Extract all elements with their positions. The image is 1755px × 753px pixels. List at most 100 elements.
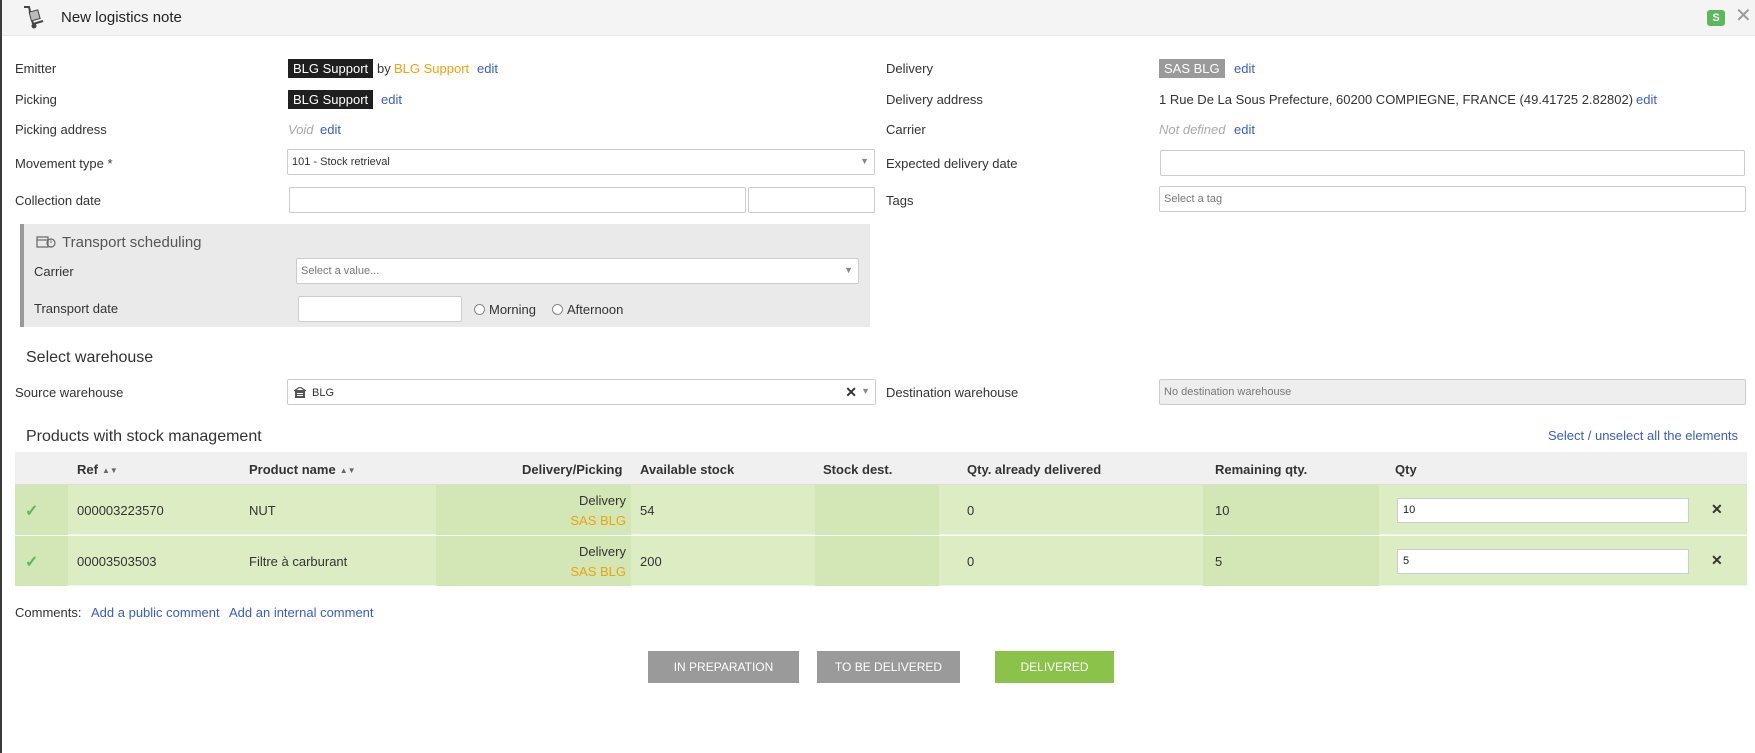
- delivery-chip: SAS BLG: [1159, 59, 1225, 78]
- delivery-address-edit-link[interactable]: edit: [1636, 92, 1657, 107]
- row-remaining-qty: 5: [1215, 554, 1223, 569]
- comments-label: Comments:: [15, 605, 82, 620]
- collection-time-input[interactable]: [748, 187, 875, 213]
- destination-warehouse-select: No destination warehouse: [1159, 379, 1746, 405]
- window-edge: [0, 0, 2, 753]
- select-warehouse-title: Select warehouse: [26, 349, 154, 366]
- row-product-name: NUT: [249, 503, 276, 518]
- col-available-stock: Available stock: [640, 462, 735, 477]
- warehouse-icon: [294, 387, 306, 398]
- afternoon-option[interactable]: Afternoon: [552, 302, 623, 317]
- destination-warehouse-value: No destination warehouse: [1164, 386, 1292, 398]
- close-icon[interactable]: ✕: [1735, 6, 1752, 26]
- source-warehouse-label: Source warehouse: [15, 385, 124, 400]
- morning-option[interactable]: Morning: [474, 302, 536, 317]
- select-all-link[interactable]: Select / unselect all the elements: [1548, 428, 1738, 443]
- morning-radio[interactable]: [474, 304, 485, 315]
- source-warehouse-value: BLG: [312, 387, 335, 399]
- delivered-button[interactable]: DELIVERED: [995, 651, 1114, 683]
- emitter-by: by: [377, 61, 391, 76]
- collection-date-label: Collection date: [15, 193, 101, 208]
- movement-type-value: 101 - Stock retrieval: [292, 156, 390, 168]
- calendar-clock-icon: [36, 236, 56, 248]
- transport-title: Transport scheduling: [62, 234, 202, 251]
- row-available-stock: 200: [640, 554, 662, 569]
- source-warehouse-select[interactable]: BLG ✕ ▼: [287, 379, 876, 405]
- row-qty-input[interactable]: 10: [1397, 498, 1689, 523]
- row-delivery-picking: Delivery SAS BLG: [436, 542, 626, 582]
- window-title: New logistics note: [61, 9, 182, 26]
- sort-icon[interactable]: ▲▼: [340, 466, 356, 475]
- col-delivery-picking: Delivery/Picking: [522, 462, 623, 477]
- picking-edit-link[interactable]: edit: [381, 92, 402, 107]
- delivery-edit-link[interactable]: edit: [1234, 61, 1255, 76]
- table-row: ✓ 00003503503 Filtre à carburant Deliver…: [15, 536, 1747, 586]
- transport-date-input[interactable]: [298, 296, 462, 322]
- row-dp-name[interactable]: SAS BLG: [436, 562, 626, 582]
- sort-icon[interactable]: ▲▼: [102, 466, 118, 475]
- col-ref[interactable]: Ref ▲▼: [77, 462, 118, 477]
- col-product-name[interactable]: Product name ▲▼: [249, 462, 356, 477]
- picking-address-edit-link[interactable]: edit: [320, 122, 341, 137]
- add-internal-comment-link[interactable]: Add an internal comment: [229, 605, 374, 620]
- remove-row-icon[interactable]: ✕: [1711, 501, 1723, 518]
- delivery-label: Delivery: [886, 61, 933, 76]
- to-be-delivered-button[interactable]: TO BE DELIVERED: [817, 651, 960, 683]
- add-public-comment-link[interactable]: Add a public comment: [91, 605, 220, 620]
- carrier-edit-link[interactable]: edit: [1234, 122, 1255, 137]
- status-badge: S: [1707, 10, 1725, 26]
- movement-type-select[interactable]: 101 - Stock retrieval ▼: [287, 149, 875, 175]
- transport-date-label: Transport date: [34, 301, 119, 316]
- transport-scheduling-panel: Transport scheduling Carrier Select a va…: [20, 224, 870, 327]
- emitter-chip: BLG Support: [288, 59, 374, 78]
- col-qty-already-delivered: Qty. already delivered: [967, 462, 1102, 477]
- col-remaining-qty: Remaining qty.: [1215, 462, 1308, 477]
- transport-carrier-label: Carrier: [34, 264, 74, 279]
- emitter-by-name[interactable]: BLG Support: [394, 61, 469, 76]
- chevron-down-icon: ▼: [844, 265, 853, 275]
- in-preparation-button[interactable]: IN PREPARATION: [648, 651, 799, 683]
- row-dp-name[interactable]: SAS BLG: [436, 511, 626, 531]
- delivery-address-value: 1 Rue De La Sous Prefecture, 60200 COMPI…: [1159, 92, 1634, 107]
- afternoon-radio[interactable]: [552, 304, 563, 315]
- picking-chip: BLG Support: [288, 90, 374, 109]
- row-qty-input[interactable]: 5: [1397, 549, 1689, 574]
- carrier-label: Carrier: [886, 122, 926, 137]
- row-available-stock: 54: [640, 503, 655, 518]
- tags-input[interactable]: Select a tag: [1159, 186, 1746, 212]
- collection-date-input[interactable]: [289, 187, 746, 213]
- row-qty-already-delivered: 0: [967, 503, 975, 518]
- picking-label: Picking: [15, 92, 57, 107]
- tags-label: Tags: [886, 193, 914, 208]
- window-titlebar: New logistics note S ✕: [2, 0, 1755, 36]
- picking-address-value: Void: [288, 122, 314, 137]
- products-section-title: Products with stock management: [26, 428, 262, 445]
- remove-row-icon[interactable]: ✕: [1711, 552, 1723, 569]
- chevron-down-icon: ▼: [861, 386, 870, 396]
- row-product-name: Filtre à carburant: [249, 554, 348, 569]
- row-ref: 000003223570: [77, 503, 164, 518]
- destination-warehouse-label: Destination warehouse: [886, 385, 1019, 400]
- emitter-label: Emitter: [15, 61, 57, 76]
- picking-address-label: Picking address: [15, 122, 107, 137]
- table-row: ✓ 000003223570 NUT Delivery SAS BLG 54 0…: [15, 485, 1747, 535]
- check-icon[interactable]: ✓: [25, 501, 38, 521]
- delivery-address-label: Delivery address: [886, 92, 983, 107]
- row-qty-already-delivered: 0: [967, 554, 975, 569]
- afternoon-label: Afternoon: [567, 302, 624, 317]
- expected-delivery-date-input[interactable]: [1160, 150, 1745, 176]
- row-ref: 00003503503: [77, 554, 157, 569]
- movement-type-label: Movement type *: [15, 156, 113, 171]
- tags-placeholder: Select a tag: [1164, 193, 1223, 205]
- check-icon[interactable]: ✓: [25, 552, 38, 572]
- transport-carrier-select[interactable]: Select a value... ▼: [296, 258, 859, 284]
- chevron-down-icon: ▼: [860, 156, 869, 166]
- clear-icon[interactable]: ✕: [845, 384, 857, 401]
- row-dp-type: Delivery: [579, 493, 626, 508]
- expected-delivery-date-label: Expected delivery date: [886, 156, 1018, 171]
- transport-carrier-placeholder: Select a value...: [301, 265, 380, 277]
- carrier-value: Not defined: [1159, 122, 1226, 137]
- table-header: Ref ▲▼ Product name ▲▼ Delivery/Picking Av…: [15, 452, 1747, 485]
- emitter-edit-link[interactable]: edit: [477, 61, 498, 76]
- col-stock-dest: Stock dest.: [823, 462, 893, 477]
